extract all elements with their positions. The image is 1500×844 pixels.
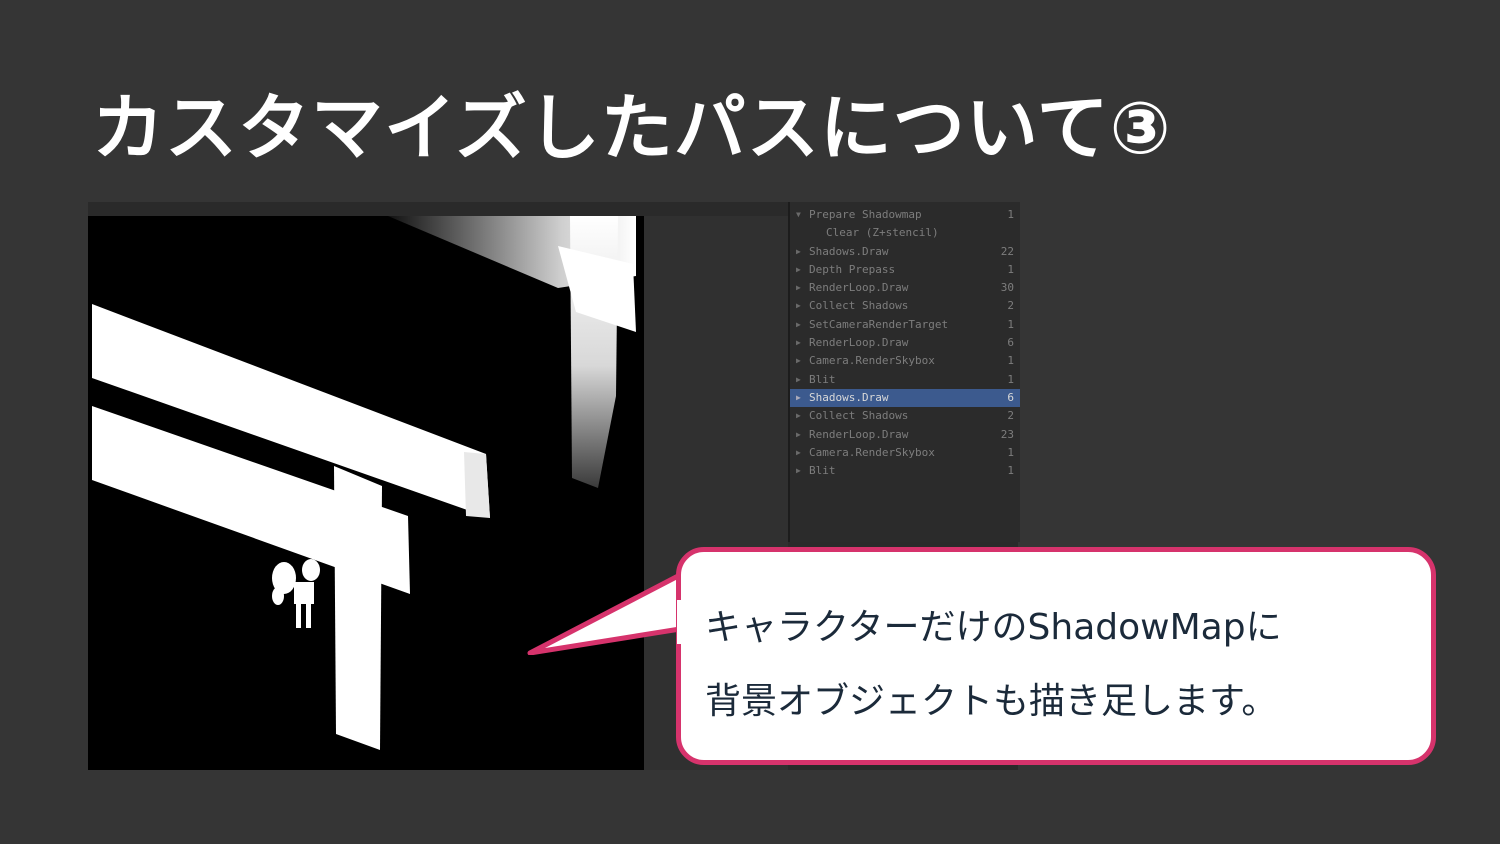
expand-right-icon[interactable]: ▶ — [796, 334, 801, 352]
near-post — [334, 466, 382, 750]
frame-event-count: 1 — [1007, 464, 1014, 478]
expand-right-icon[interactable]: ▶ — [796, 407, 801, 425]
shadowmap-preview — [88, 216, 644, 770]
frame-event-label: RenderLoop.Draw — [809, 427, 909, 441]
frame-event-count: 30 — [1000, 281, 1014, 295]
frame-event-label: Camera.RenderSkybox — [809, 354, 935, 368]
frame-event-label: Camera.RenderSkybox — [809, 445, 935, 459]
frame-event-row[interactable]: ▶ Shadows.Draw 22 — [790, 243, 1020, 261]
expand-right-icon[interactable]: ▶ — [796, 279, 801, 297]
frame-event-label: Blit — [809, 372, 836, 386]
frame-event-row[interactable]: ▶ Depth Prepass 1 — [790, 261, 1020, 279]
shadowmap-render — [92, 216, 636, 750]
frame-event-label: Prepare Shadowmap — [809, 208, 922, 221]
callout-text-line-1: キャラクターだけのShadowMapに — [705, 607, 1282, 648]
frame-event-count: 1 — [1007, 372, 1014, 386]
frame-event-row[interactable]: ▶ Collect Shadows 2 — [790, 407, 1020, 425]
frame-event-label: Clear (Z+stencil) — [826, 226, 939, 240]
callout-text-line-2: 背景オブジェクトも描き足します。 — [705, 681, 1278, 722]
frame-event-count: 23 — [1000, 427, 1014, 441]
frame-event-row[interactable]: ▶ RenderLoop.Draw 30 — [790, 279, 1020, 297]
frame-event-row[interactable]: Clear (Z+stencil) — [790, 224, 1020, 242]
frame-event-count: 2 — [1007, 299, 1014, 313]
frame-event-label: Collect Shadows — [809, 299, 909, 313]
expand-right-icon[interactable]: ▶ — [796, 462, 801, 480]
character-silhouette — [272, 559, 320, 628]
expand-right-icon[interactable]: ▶ — [796, 444, 801, 462]
near-top-beam-side — [464, 452, 490, 518]
frame-event-label: Shadows.Draw — [809, 390, 889, 404]
frame-event-count: 1 — [1007, 208, 1014, 221]
expand-right-icon[interactable]: ▶ — [796, 316, 801, 334]
frame-event-count: 22 — [1000, 244, 1014, 258]
frame-event-count: 1 — [1007, 317, 1014, 331]
frame-event-count: 6 — [1007, 390, 1014, 404]
frame-event-label: Shadows.Draw — [809, 244, 889, 258]
expand-down-icon[interactable]: ▼ — [796, 206, 801, 224]
callout-seam — [677, 600, 689, 644]
frame-event-label: RenderLoop.Draw — [809, 336, 909, 350]
frame-event-row[interactable]: ▶ Camera.RenderSkybox 1 — [790, 352, 1020, 370]
expand-right-icon[interactable]: ▶ — [796, 389, 801, 407]
expand-right-icon[interactable]: ▶ — [796, 352, 801, 370]
frame-event-row[interactable]: ▶ Blit 1 — [790, 371, 1020, 389]
frame-event-label: Depth Prepass — [809, 262, 896, 276]
expand-right-icon[interactable]: ▶ — [796, 371, 801, 389]
frame-event-count: 1 — [1007, 354, 1014, 368]
expand-right-icon[interactable]: ▶ — [796, 426, 801, 444]
expand-right-icon[interactable]: ▶ — [796, 261, 801, 279]
frame-event-count: 1 — [1007, 445, 1014, 459]
frame-event-row[interactable]: ▶ Collect Shadows 2 — [790, 297, 1020, 315]
callout-pointer — [527, 572, 683, 655]
frame-event-label: Collect Shadows — [809, 409, 909, 423]
frame-event-row[interactable]: ▶ Camera.RenderSkybox 1 — [790, 444, 1020, 462]
frame-event-row[interactable]: ▶ RenderLoop.Draw 6 — [790, 334, 1020, 352]
frame-event-count: 2 — [1007, 409, 1014, 423]
frame-event-row[interactable]: ▶ Blit 1 — [790, 462, 1020, 480]
frame-event-row[interactable]: ▶ RenderLoop.Draw 23 — [790, 426, 1020, 444]
frame-event-row[interactable]: ▶ SetCameraRenderTarget 1 — [790, 316, 1020, 334]
frame-event-label: SetCameraRenderTarget — [809, 317, 949, 331]
expand-right-icon[interactable]: ▶ — [796, 243, 801, 261]
frame-event-row[interactable]: ▼ Prepare Shadowmap 1 — [790, 206, 1020, 224]
frame-event-list[interactable]: ▼ Prepare Shadowmap 1 Clear (Z+stencil) ▶ Sha… — [788, 202, 1020, 542]
slide-title: カスタマイズしたパスについて③ — [92, 86, 1172, 170]
frame-event-count: 1 — [1007, 262, 1014, 276]
frame-event-count: 6 — [1007, 336, 1014, 350]
frame-event-label: RenderLoop.Draw — [809, 281, 909, 295]
callout-bubble: キャラクターだけのShadowMapに 背景オブジェクトも描き足します。 — [676, 547, 1436, 765]
frame-event-row[interactable]: ▶ Shadows.Draw 6 — [790, 388, 1020, 408]
frame-event-label: Blit — [809, 464, 836, 478]
expand-right-icon[interactable]: ▶ — [796, 297, 801, 315]
